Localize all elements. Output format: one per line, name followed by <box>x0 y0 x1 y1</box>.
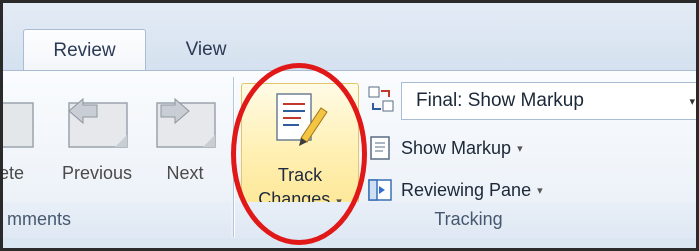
delete-comment-button[interactable]: ete <box>0 71 39 199</box>
previous-comment-icon <box>68 97 128 148</box>
show-markup-caret: ▾ <box>517 142 523 155</box>
delete-comment-icon <box>3 102 34 148</box>
tab-view[interactable]: View <box>171 29 241 71</box>
previous-comment-button[interactable]: Previous <box>53 71 141 199</box>
display-for-review-value: Final: Show Markup <box>416 90 584 111</box>
reviewing-pane-icon <box>367 177 393 203</box>
show-markup-button[interactable]: Show Markup ▾ <box>367 131 523 165</box>
display-for-review-icon <box>368 86 394 112</box>
ribbon-tab-strip: Review View <box>3 3 696 71</box>
display-for-review-dropdown[interactable]: Final: Show Markup ▾ <box>401 82 696 120</box>
highlight-annotation-circle <box>231 63 367 245</box>
next-comment-icon <box>156 97 216 148</box>
tab-review[interactable]: Review <box>23 29 146 71</box>
show-markup-label: Show Markup <box>401 137 512 158</box>
next-comment-label: Next <box>166 163 204 183</box>
show-markup-icon <box>367 135 393 161</box>
next-comment-button[interactable]: Next <box>147 71 223 199</box>
reviewing-pane-caret: ▾ <box>537 184 543 197</box>
window-frame: Review View ete Previous Next mments Tra… <box>0 0 699 251</box>
reviewing-pane-label: Reviewing Pane <box>401 179 532 200</box>
delete-comment-label: ete <box>0 163 25 183</box>
comments-group-label: mments <box>3 202 231 238</box>
chevron-down-icon[interactable]: ▾ <box>689 95 695 108</box>
previous-comment-label: Previous <box>61 163 133 183</box>
